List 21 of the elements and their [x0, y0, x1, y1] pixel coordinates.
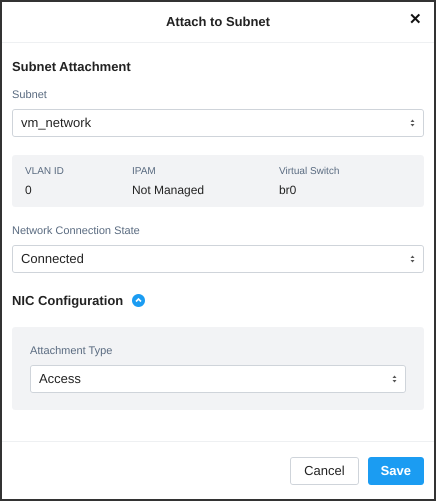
sort-arrows-icon [392, 374, 397, 382]
sort-arrows-icon [410, 255, 415, 263]
close-button[interactable]: ✕ [407, 12, 424, 27]
sort-arrows-icon [410, 119, 415, 127]
dialog-title: Attach to Subnet [166, 13, 270, 32]
detail-value: Not Managed [132, 182, 206, 198]
detail-label: VLAN ID [25, 164, 65, 178]
detail-label: IPAM [132, 164, 157, 178]
select-field[interactable]: Access [30, 364, 406, 392]
section-heading: NIC Configuration [12, 292, 124, 310]
select-field[interactable]: Connected [12, 245, 424, 273]
detail-value: br0 [279, 182, 298, 198]
detail-label: Virtual Switch [279, 164, 340, 178]
detail-value: 0 [25, 182, 33, 198]
cancel-button[interactable]: Cancel [290, 457, 359, 485]
collapse-icon[interactable] [132, 294, 146, 308]
field-label: Attachment Type [30, 344, 114, 358]
field-label: Subnet [12, 88, 48, 102]
section-heading: Subnet Attachment [12, 59, 132, 75]
select-field[interactable]: vm_network [12, 109, 424, 137]
field-label: Network Connection State [12, 224, 141, 238]
